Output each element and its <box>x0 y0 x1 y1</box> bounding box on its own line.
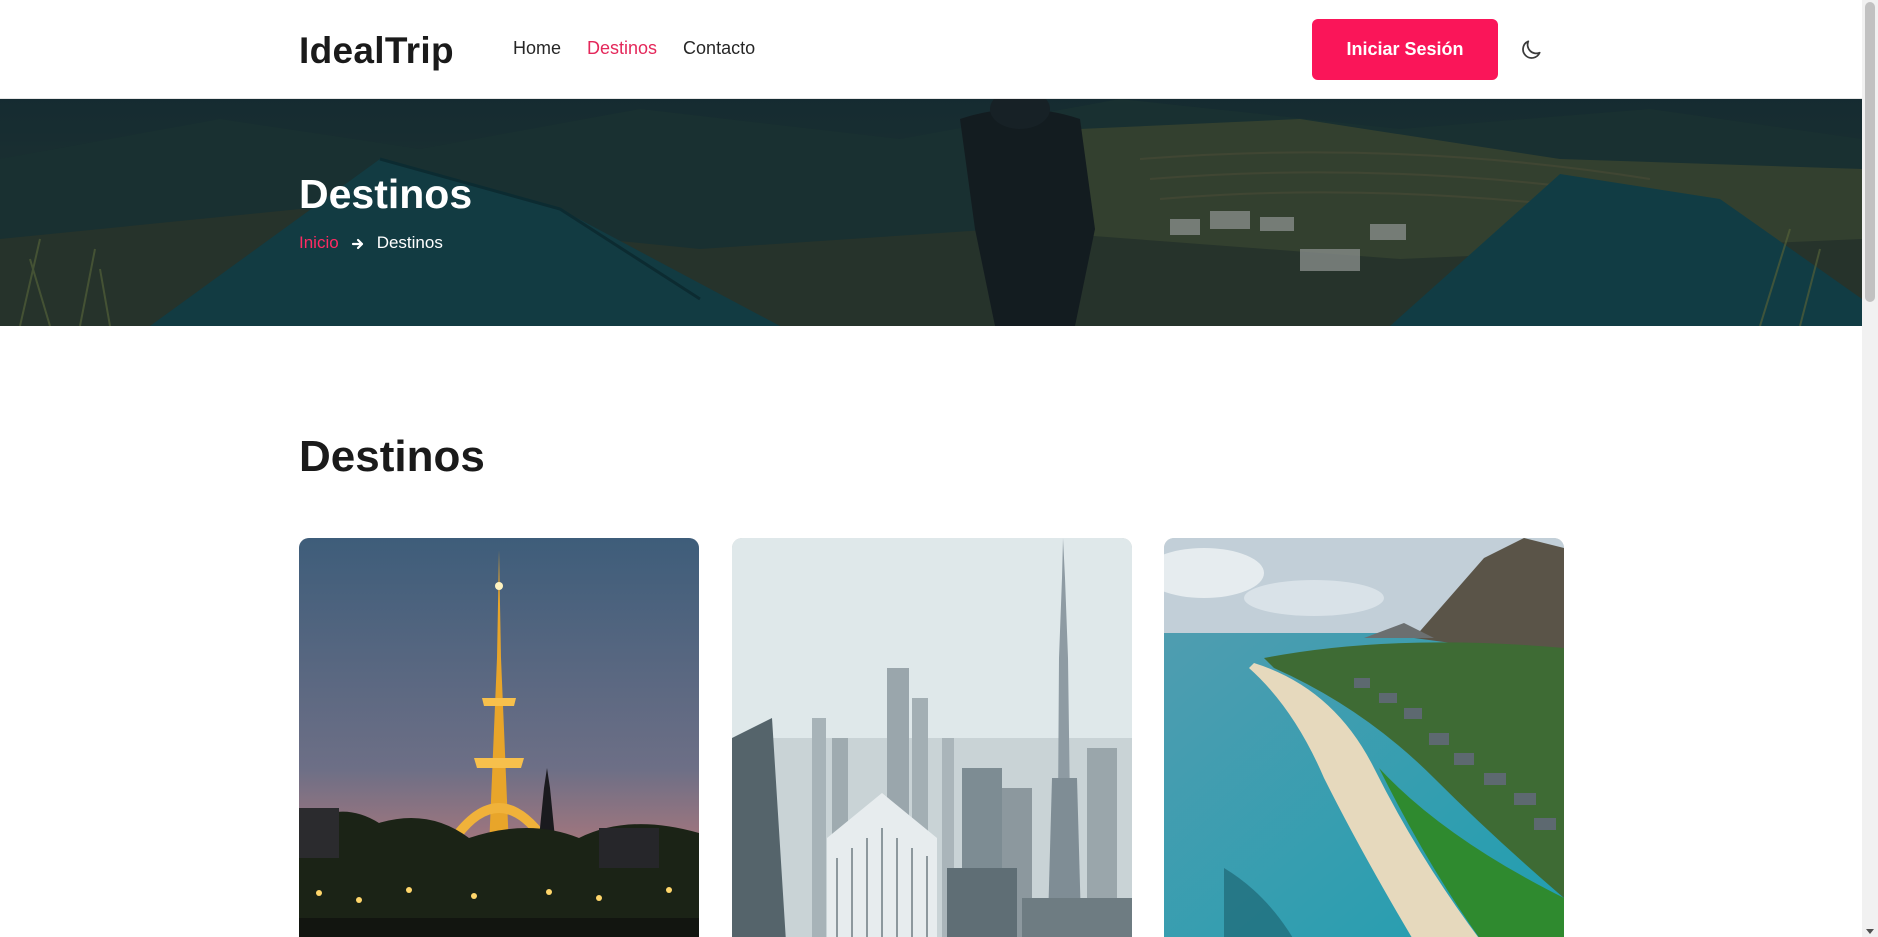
breadcrumb-home-link[interactable]: Inicio <box>299 233 339 253</box>
dubai-skyline-photo <box>732 538 1132 937</box>
scrollbar-thumb[interactable] <box>1865 2 1875 302</box>
moon-icon[interactable] <box>1518 37 1544 63</box>
nav-link-destinos[interactable]: Destinos <box>587 38 657 59</box>
hero-title: Destinos <box>299 171 473 217</box>
page-scrollbar[interactable] <box>1862 0 1878 937</box>
site-header: IdealTrip Home Destinos Contacto Iniciar… <box>0 0 1862 99</box>
destination-card-beach[interactable] <box>1164 538 1564 937</box>
breadcrumb-current: Destinos <box>376 233 443 252</box>
nav-link-contacto[interactable]: Contacto <box>683 38 755 59</box>
main-nav: Home Destinos Contacto <box>513 38 755 59</box>
breadcrumb: Inicio Destinos <box>299 233 443 253</box>
arrow-right-icon <box>351 236 365 250</box>
tropical-beach-aerial-photo <box>1164 538 1564 937</box>
site-logo[interactable]: IdealTrip <box>299 30 454 72</box>
eiffel-tower-night-photo <box>299 538 699 937</box>
destination-card-paris[interactable] <box>299 538 699 937</box>
hero-banner: Destinos Inicio Destinos <box>0 99 1862 326</box>
login-button[interactable]: Iniciar Sesión <box>1312 19 1498 80</box>
section-title: Destinos <box>299 432 485 481</box>
nav-link-home[interactable]: Home <box>513 38 561 59</box>
scroll-down-arrow-icon[interactable] <box>1866 929 1874 934</box>
destination-card-dubai[interactable] <box>732 538 1132 937</box>
